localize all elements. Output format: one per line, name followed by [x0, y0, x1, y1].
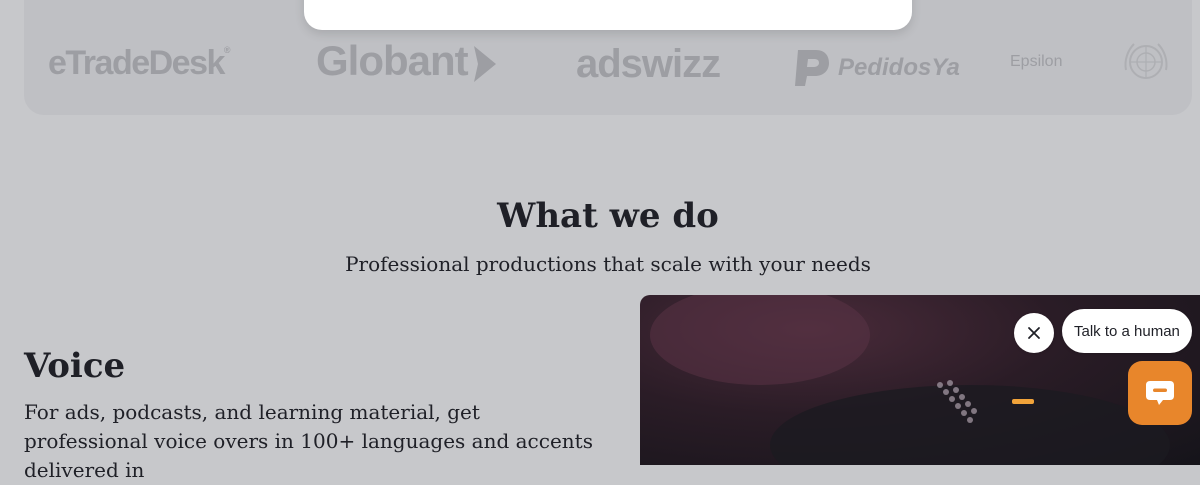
- logo-globant: Globant: [316, 40, 496, 82]
- logo-adswizz: adswizz: [576, 42, 721, 86]
- section-title: What we do: [497, 196, 719, 236]
- modal-panel: [304, 0, 912, 30]
- chat-prompt-text: Talk to a human: [1074, 322, 1180, 340]
- logo-the-trade-desk: eTradeDesk®: [48, 44, 231, 82]
- chat-bubble-icon: [1146, 381, 1174, 405]
- chat-prompt-bubble[interactable]: Talk to a human: [1062, 309, 1192, 353]
- chat-launcher-button[interactable]: [1128, 361, 1192, 425]
- voice-description: For ads, podcasts, and learning material…: [24, 400, 593, 482]
- un-emblem-icon: [1122, 40, 1170, 88]
- logo-epsilon: Epsilon: [1010, 53, 1063, 70]
- section-subtitle: Professional productions that scale with…: [345, 252, 871, 276]
- voice-heading: Voice: [24, 346, 126, 386]
- pedidosya-p-icon: [795, 50, 829, 86]
- globant-arrow-icon: [473, 45, 496, 82]
- close-icon: [1028, 327, 1040, 339]
- logo-pedidosya: PedidosYa: [792, 48, 960, 88]
- chat-close-button[interactable]: [1014, 313, 1054, 353]
